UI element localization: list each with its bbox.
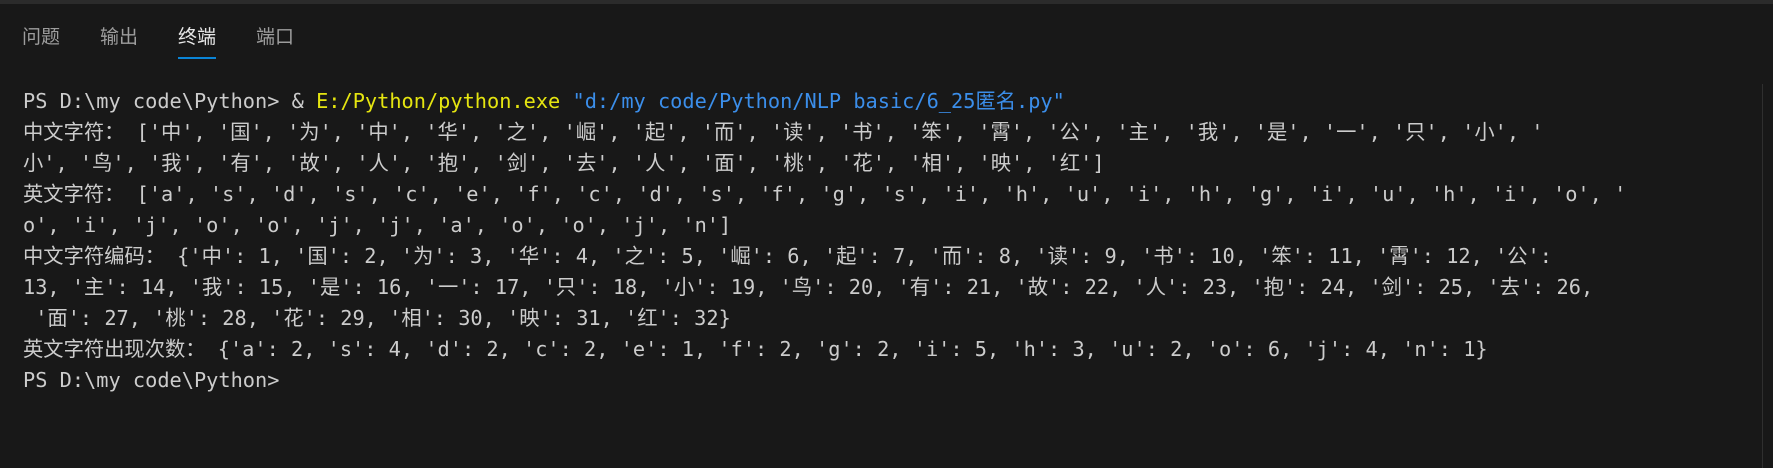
- terminal-output-line: 中文字符编码： {'中': 1, '国': 2, '为': 3, '华': 4,…: [23, 244, 1552, 268]
- terminal-output-line: 中文字符： ['中', '国', '为', '中', '华', '之', '崛'…: [23, 120, 1544, 144]
- terminal-call-operator: &: [291, 89, 317, 113]
- terminal-output-line: o', 'i', 'j', 'o', 'o', 'j', 'j', 'a', '…: [23, 213, 732, 237]
- terminal-command-line: PS D:\my code\Python> & E:/Python/python…: [23, 86, 1763, 117]
- panel-top-border: [0, 0, 1773, 4]
- terminal-command-exe: E:/Python/python.exe: [316, 89, 561, 113]
- terminal-output-line: 英文字符出现次数： {'a': 2, 's': 4, 'd': 2, 'c': …: [23, 337, 1488, 361]
- tab-ports[interactable]: 端口: [256, 22, 294, 56]
- terminal-output-line: '面': 27, '桃': 28, '花': 29, '相': 30, '映':…: [23, 306, 731, 330]
- tab-problems[interactable]: 问题: [22, 22, 60, 56]
- terminal-final-prompt: PS D:\my code\Python>: [23, 368, 280, 392]
- terminal-output-line: 13, '主': 14, '我': 15, '是': 16, '一': 17, …: [23, 275, 1594, 299]
- terminal-output-line: 英文字符： ['a', 's', 'd', 's', 'c', 'e', 'f'…: [23, 182, 1627, 206]
- terminal-command-arg: "d:/my code/Python/NLP basic/6_25匿名.py": [572, 89, 1065, 113]
- tab-terminal[interactable]: 终端: [178, 22, 217, 59]
- terminal-output[interactable]: PS D:\my code\Python> & E:/Python/python…: [23, 86, 1763, 396]
- terminal-output-line: 小', '鸟', '我', '有', '故', '人', '抱', '剑', '…: [23, 151, 1105, 175]
- panel-tab-bar: 问题 输出 终端 端口: [22, 22, 294, 59]
- tab-output[interactable]: 输出: [100, 22, 138, 56]
- terminal-space: [560, 89, 572, 113]
- terminal-scrollbar[interactable]: [1762, 84, 1773, 468]
- terminal-prompt: PS D:\my code\Python>: [23, 89, 292, 113]
